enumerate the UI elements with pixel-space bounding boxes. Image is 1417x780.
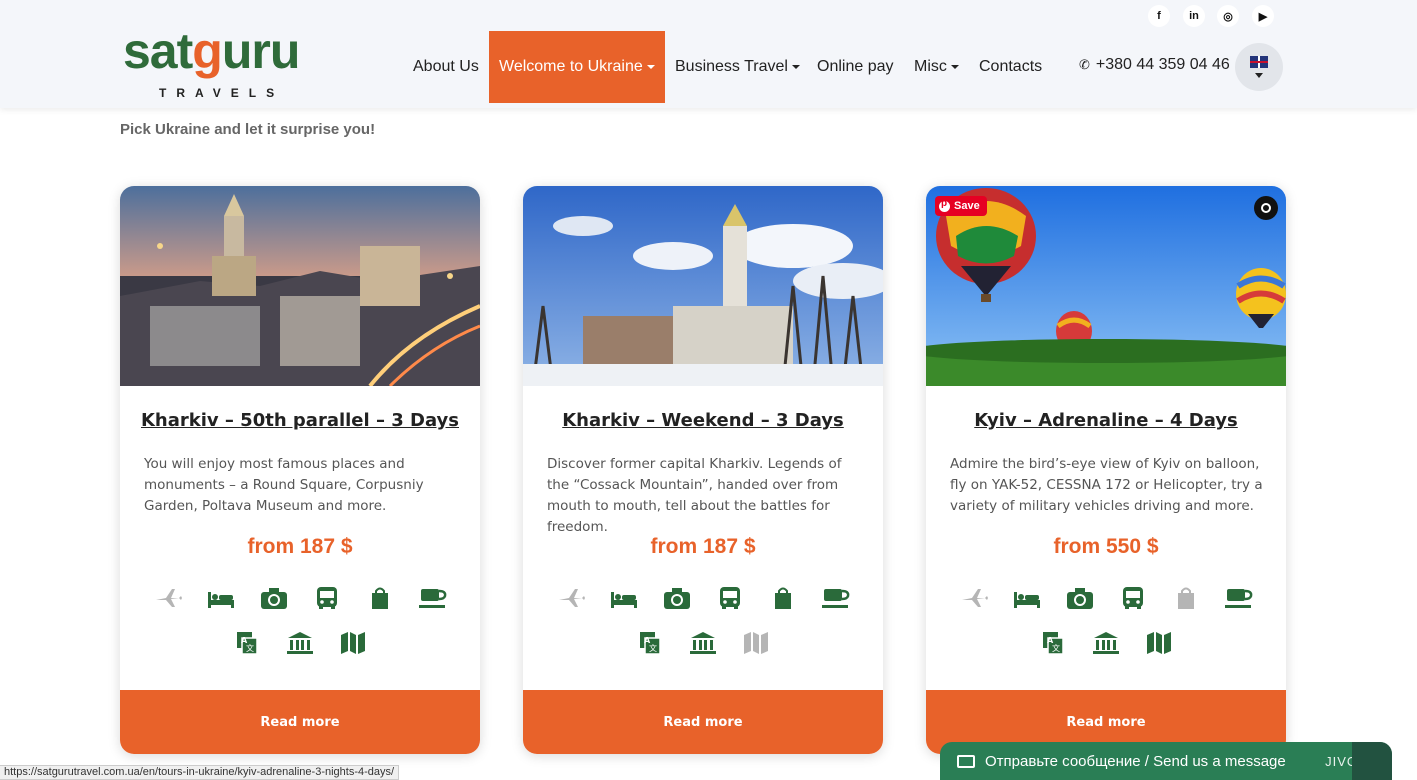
- museum-icon: [1090, 629, 1123, 657]
- tour-description: Admire the bird’s-eye view of Kyiv on ba…: [950, 456, 1263, 514]
- svg-text:文: 文: [1052, 643, 1060, 653]
- nav-label: Business Travel: [675, 58, 788, 75]
- facebook-icon[interactable]: f: [1148, 5, 1170, 27]
- logo-wordmark: satguru: [123, 23, 300, 79]
- read-more-button[interactable]: Read more: [120, 690, 480, 754]
- phone-number: +380 44 359 04 46: [1095, 56, 1230, 73]
- tour-description: You will enjoy most famous places and mo…: [144, 456, 424, 514]
- nav-label: Misc: [914, 58, 947, 75]
- phone-link[interactable]: ✆ +380 44 359 04 46: [1079, 56, 1230, 74]
- visual-search-icon[interactable]: [1254, 196, 1278, 220]
- museum-icon: [284, 629, 317, 657]
- tour-photo[interactable]: [523, 186, 883, 386]
- chat-label: Отправьте сообщение / Send us a message: [985, 752, 1286, 770]
- instagram-icon[interactable]: ◎: [1217, 5, 1239, 27]
- hotel-icon: [1010, 584, 1043, 612]
- tour-title-link[interactable]: Kyiv – Adrenaline – 4 Days: [926, 410, 1286, 431]
- tour-photo[interactable]: Save: [926, 186, 1286, 386]
- message-icon: [957, 754, 975, 768]
- tour-price: from 187 $: [247, 535, 353, 558]
- tour-title-link[interactable]: Kharkiv – Weekend – 3 Days: [523, 410, 883, 431]
- coffee-cup-icon: [416, 584, 449, 612]
- language-switcher[interactable]: [1235, 43, 1283, 91]
- amenities-row: A文: [120, 629, 480, 657]
- satguru-logo[interactable]: satguru TRAVELS: [123, 4, 323, 100]
- chat-tab[interactable]: [1352, 742, 1392, 780]
- pinterest-save-button[interactable]: Save: [935, 196, 987, 216]
- chat-widget[interactable]: Отправьте сообщение / Send us a message …: [940, 742, 1392, 780]
- page-tagline: Pick Ukraine and let it surprise you!: [120, 121, 376, 138]
- status-bar-url: https://satgurutravel.com.ua/en/tours-in…: [0, 765, 400, 780]
- translate-icon: A文: [1037, 629, 1070, 657]
- tour-price: from 550 $: [1053, 535, 1159, 558]
- nav-label: Contacts: [979, 58, 1043, 75]
- nav-business-travel[interactable]: Business Travel: [675, 31, 800, 103]
- translate-icon: A文: [231, 629, 264, 657]
- uk-flag-icon: [1250, 56, 1268, 68]
- chevron-down-icon: [646, 65, 655, 69]
- site-header: satguru TRAVELS f in ◎ ▶ About Us Welcom…: [0, 0, 1417, 108]
- coffee-cup-icon: [819, 584, 852, 612]
- map-icon: [337, 629, 370, 657]
- tour-card: Save Kyiv – Adrenaline – 4 Days Admire t…: [926, 186, 1286, 754]
- bus-icon: [310, 584, 343, 612]
- youtube-icon[interactable]: ▶: [1252, 5, 1274, 27]
- tour-price: from 187 $: [650, 535, 756, 558]
- svg-text:文: 文: [649, 643, 657, 653]
- tour-photo[interactable]: [120, 186, 480, 386]
- amenities-row: [523, 584, 883, 612]
- shopping-bag-icon: [766, 584, 799, 612]
- amenities-row: [926, 584, 1286, 612]
- amenities-row: A文: [926, 629, 1286, 657]
- read-more-button[interactable]: Read more: [523, 690, 883, 754]
- nav-online-pay[interactable]: Online pay: [817, 31, 894, 103]
- nav-misc[interactable]: Misc: [914, 31, 959, 103]
- nav-contacts[interactable]: Contacts: [979, 31, 1042, 103]
- bus-icon: [713, 584, 746, 612]
- map-icon: [740, 629, 773, 657]
- chevron-down-icon: [950, 65, 959, 69]
- logo-subtitle: TRAVELS: [159, 86, 285, 100]
- shopping-bag-icon: [1169, 584, 1202, 612]
- linkedin-icon[interactable]: in: [1183, 5, 1205, 27]
- chevron-down-icon: [1255, 73, 1263, 78]
- nav-label: Online pay: [817, 58, 894, 75]
- nav-label: Welcome to Ukraine: [499, 58, 643, 75]
- tour-description: Discover former capital Kharkiv. Legends…: [547, 456, 842, 535]
- svg-text:文: 文: [246, 643, 254, 653]
- chevron-down-icon: [791, 65, 800, 69]
- nav-label: About Us: [413, 58, 479, 75]
- pinterest-save-label: Save: [954, 200, 980, 212]
- hotel-icon: [204, 584, 237, 612]
- nav-welcome-to-ukraine[interactable]: Welcome to Ukraine: [489, 31, 665, 103]
- camera-icon: [257, 584, 290, 612]
- tour-title-link[interactable]: Kharkiv – 50th parallel – 3 Days: [120, 410, 480, 431]
- coffee-cup-icon: [1222, 584, 1255, 612]
- camera-icon: [660, 584, 693, 612]
- nav-about-us[interactable]: About Us: [413, 31, 479, 103]
- tour-card: Kharkiv – 50th parallel – 3 Days You wil…: [120, 186, 480, 754]
- camera-icon: [1063, 584, 1096, 612]
- phone-icon: ✆: [1079, 57, 1090, 72]
- hotel-icon: [607, 584, 640, 612]
- tour-card: Kharkiv – Weekend – 3 Days Discover form…: [523, 186, 883, 754]
- bus-icon: [1116, 584, 1149, 612]
- amenities-row: A文: [523, 629, 883, 657]
- shopping-bag-icon: [363, 584, 396, 612]
- museum-icon: [687, 629, 720, 657]
- translate-icon: A文: [634, 629, 667, 657]
- flight-icon: [554, 584, 587, 612]
- pinterest-icon: [939, 198, 950, 212]
- flight-icon: [151, 584, 184, 612]
- amenities-row: [120, 584, 480, 612]
- map-icon: [1143, 629, 1176, 657]
- flight-icon: [957, 584, 990, 612]
